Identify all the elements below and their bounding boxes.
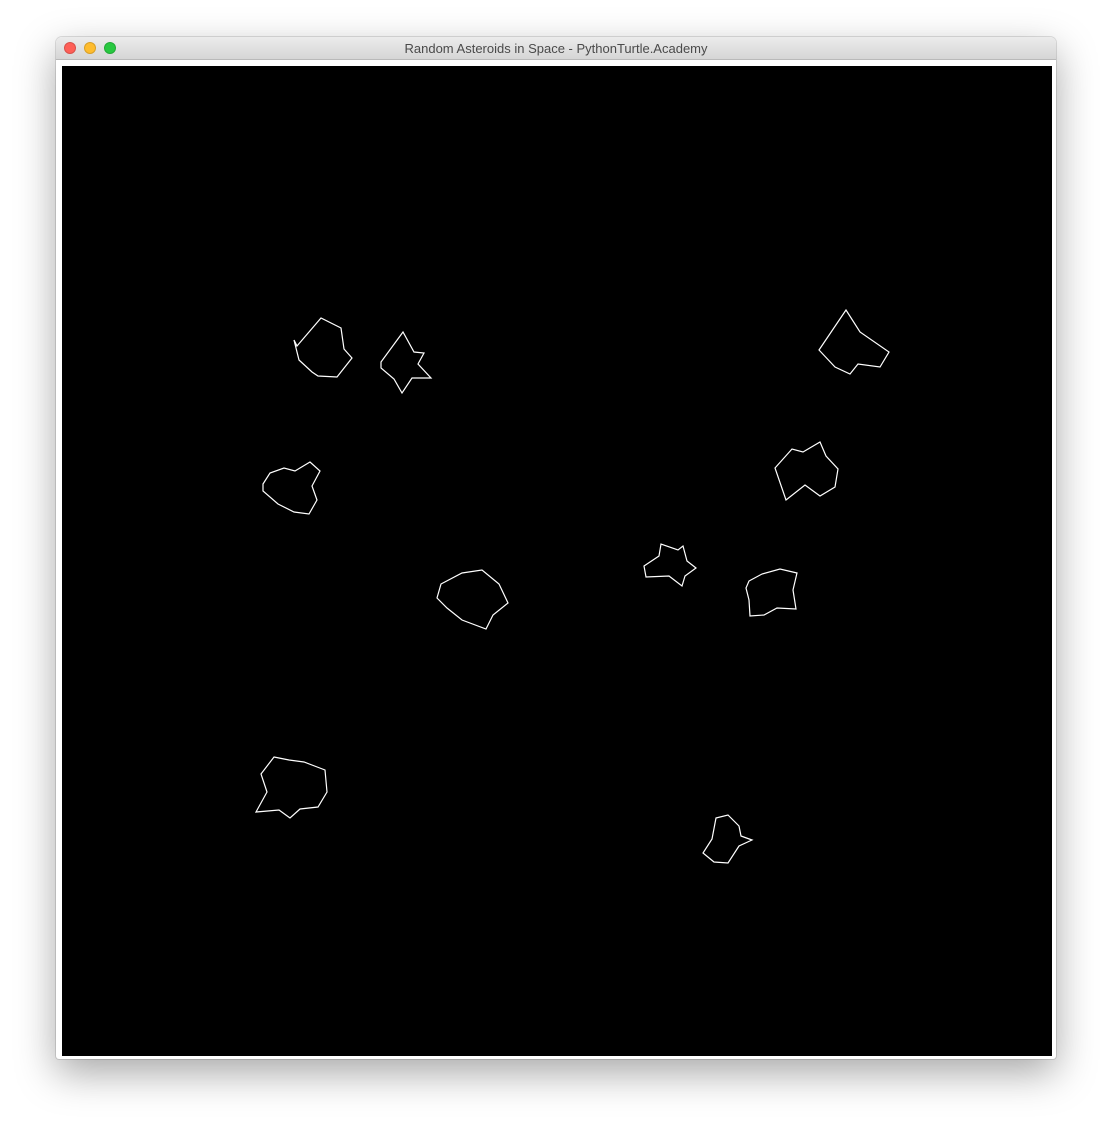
asteroid — [380, 330, 433, 395]
asteroid — [745, 568, 798, 617]
app-window: Random Asteroids in Space - PythonTurtle… — [56, 37, 1056, 1059]
asteroid — [818, 308, 890, 375]
asteroid — [293, 317, 353, 378]
canvas-frame — [60, 64, 1052, 1056]
asteroid — [702, 814, 754, 864]
asteroid — [774, 441, 839, 501]
asteroid — [436, 569, 509, 630]
title-bar[interactable]: Random Asteroids in Space - PythonTurtle… — [56, 37, 1056, 60]
window-title: Random Asteroids in Space - PythonTurtle… — [404, 41, 708, 56]
asteroid — [254, 756, 328, 819]
turtle-canvas[interactable] — [62, 66, 1052, 1056]
asteroid — [262, 461, 321, 515]
asteroid-field — [254, 308, 890, 864]
asteroid — [643, 543, 697, 588]
